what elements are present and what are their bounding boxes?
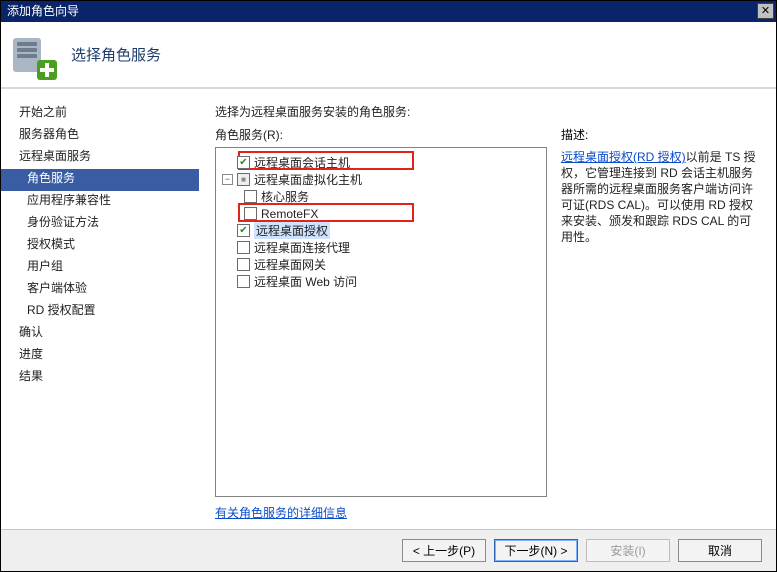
nav-item-9[interactable]: RD 授权配置 xyxy=(1,301,199,323)
tree-item-label: 远程桌面授权 xyxy=(254,222,330,239)
nav-item-12[interactable]: 结果 xyxy=(1,367,199,389)
nav-item-1[interactable]: 服务器角色 xyxy=(1,125,199,147)
checkbox[interactable] xyxy=(237,156,250,169)
tree-item-label: 远程桌面网关 xyxy=(254,256,326,273)
role-services-tree: 远程桌面会话主机−远程桌面虚拟化主机核心服务RemoteFX远程桌面授权远程桌面… xyxy=(215,147,547,497)
nav-item-3[interactable]: 角色服务 xyxy=(1,169,199,191)
nav-item-7[interactable]: 用户组 xyxy=(1,257,199,279)
tree-column: 角色服务(R): 远程桌面会话主机−远程桌面虚拟化主机核心服务RemoteFX远… xyxy=(215,126,547,497)
titlebar: 添加角色向导 ✕ xyxy=(1,1,776,22)
server-plus-icon xyxy=(11,34,53,76)
nav-item-5[interactable]: 身份验证方法 xyxy=(1,213,199,235)
description-link[interactable]: 远程桌面授权(RD 授权) xyxy=(561,150,686,164)
nav-item-4[interactable]: 应用程序兼容性 xyxy=(1,191,199,213)
content-area: 选择为远程桌面服务安装的角色服务: 角色服务(R): 远程桌面会话主机−远程桌面… xyxy=(199,91,776,529)
nav-item-6[interactable]: 授权模式 xyxy=(1,235,199,257)
wizard-window: 添加角色向导 ✕ 选择角色服务 开始之前服务器角色远程桌面服务角色服务应用程序兼… xyxy=(0,0,777,572)
tree-row-2[interactable]: 核心服务 xyxy=(216,188,546,205)
more-info-link[interactable]: 有关角色服务的详细信息 xyxy=(215,504,347,521)
install-button[interactable]: 安装(I) xyxy=(586,539,670,562)
nav-item-11[interactable]: 进度 xyxy=(1,345,199,367)
prev-button[interactable]: < 上一步(P) xyxy=(402,539,486,562)
tree-item-label: 远程桌面连接代理 xyxy=(254,239,350,256)
tree-row-5[interactable]: 远程桌面连接代理 xyxy=(216,239,546,256)
description-label: 描述: xyxy=(561,126,761,143)
checkbox[interactable] xyxy=(237,275,250,288)
description-body: 远程桌面授权(RD 授权)以前是 TS 授权，它管理连接到 RD 会话主机服务器… xyxy=(561,149,761,245)
nav-item-0[interactable]: 开始之前 xyxy=(1,103,199,125)
nav-item-8[interactable]: 客户端体验 xyxy=(1,279,199,301)
next-button[interactable]: 下一步(N) > xyxy=(494,539,578,562)
tree-row-7[interactable]: 远程桌面 Web 访问 xyxy=(216,273,546,290)
description-text: 以前是 TS 授权，它管理连接到 RD 会话主机服务器所需的远程桌面服务客户端访… xyxy=(561,150,756,244)
tree-item-label: 远程桌面 Web 访问 xyxy=(254,273,357,290)
page-title: 选择角色服务 xyxy=(71,44,161,65)
checkbox[interactable] xyxy=(237,224,250,237)
checkbox[interactable] xyxy=(244,207,257,220)
panels: 角色服务(R): 远程桌面会话主机−远程桌面虚拟化主机核心服务RemoteFX远… xyxy=(215,126,768,497)
checkbox[interactable] xyxy=(244,190,257,203)
close-icon[interactable]: ✕ xyxy=(757,3,774,19)
nav-item-2[interactable]: 远程桌面服务 xyxy=(1,147,199,169)
tree-row-4[interactable]: 远程桌面授权 xyxy=(216,222,546,239)
description-panel: 描述: 远程桌面授权(RD 授权)以前是 TS 授权，它管理连接到 RD 会话主… xyxy=(561,126,761,497)
wizard-footer: < 上一步(P) 下一步(N) > 安装(I) 取消 xyxy=(1,529,776,571)
wizard-header: 选择角色服务 xyxy=(1,22,776,89)
nav-item-10[interactable]: 确认 xyxy=(1,323,199,345)
tree-toggle-icon[interactable]: − xyxy=(222,174,233,185)
tree-item-label: 核心服务 xyxy=(261,188,309,205)
tree-item-label: 远程桌面会话主机 xyxy=(254,154,350,171)
tree-row-3[interactable]: RemoteFX xyxy=(216,205,546,222)
tree-item-label: RemoteFX xyxy=(261,207,318,221)
tree-row-0[interactable]: 远程桌面会话主机 xyxy=(216,154,546,171)
checkbox[interactable] xyxy=(237,173,250,186)
window-title: 添加角色向导 xyxy=(7,4,79,18)
nav-sidebar: 开始之前服务器角色远程桌面服务角色服务应用程序兼容性身份验证方法授权模式用户组客… xyxy=(1,91,199,529)
checkbox[interactable] xyxy=(237,258,250,271)
tree-row-1[interactable]: − 远程桌面虚拟化主机 xyxy=(216,171,546,188)
checkbox[interactable] xyxy=(237,241,250,254)
tree-label: 角色服务(R): xyxy=(215,126,547,143)
prompt-text: 选择为远程桌面服务安装的角色服务: xyxy=(215,103,768,120)
wizard-body: 开始之前服务器角色远程桌面服务角色服务应用程序兼容性身份验证方法授权模式用户组客… xyxy=(1,91,776,529)
tree-row-6[interactable]: 远程桌面网关 xyxy=(216,256,546,273)
tree-item-label: 远程桌面虚拟化主机 xyxy=(254,171,362,188)
cancel-button[interactable]: 取消 xyxy=(678,539,762,562)
